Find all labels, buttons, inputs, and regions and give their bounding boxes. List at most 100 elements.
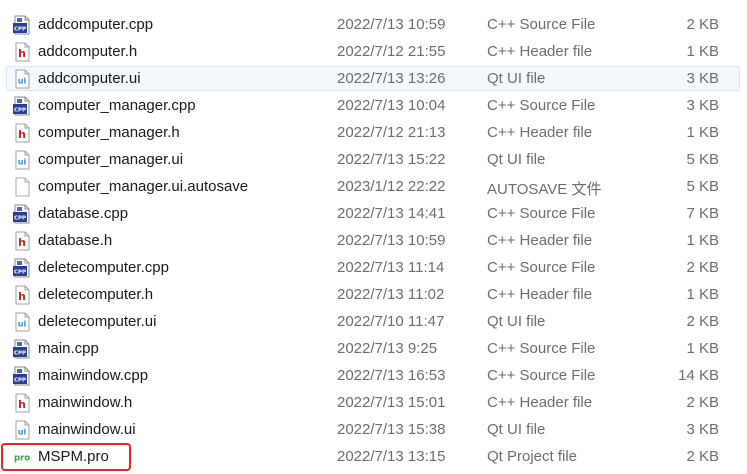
cpp-file-icon: CPP	[12, 96, 32, 116]
file-row[interactable]: h mainwindow.h 2022/7/13 15:01 C++ Header f…	[6, 390, 740, 415]
file-type: C++ Header file	[487, 394, 593, 411]
cpp-file-icon: CPP	[12, 366, 32, 386]
file-date-modified: 2022/7/13 15:38	[337, 421, 446, 438]
svg-text:CPP: CPP	[14, 351, 26, 357]
file-size: 2 KB	[686, 448, 719, 465]
file-name: MSPM.pro	[38, 448, 109, 465]
file-size: 1 KB	[686, 286, 719, 303]
svg-text:CPP: CPP	[14, 108, 26, 114]
svg-text:h: h	[18, 290, 26, 303]
file-date-modified: 2022/7/13 11:02	[337, 286, 445, 303]
file-row[interactable]: computer_manager.ui.autosave 2023/1/12 22…	[6, 174, 740, 199]
file-size: 1 KB	[686, 124, 719, 141]
file-date-modified: 2022/7/13 16:53	[337, 367, 446, 384]
svg-text:ui: ui	[18, 320, 27, 329]
file-type: C++ Source File	[487, 259, 596, 276]
file-size: 7 KB	[686, 205, 719, 222]
file-name: mainwindow.cpp	[38, 367, 149, 384]
header-file-icon: h	[12, 123, 32, 143]
file-date-modified: 2022/7/13 10:59	[337, 232, 446, 249]
svg-text:CPP: CPP	[14, 378, 26, 384]
file-size: 1 KB	[686, 340, 719, 357]
svg-text:h: h	[18, 47, 26, 60]
svg-text:CPP: CPP	[14, 216, 26, 222]
file-size: 2 KB	[686, 16, 719, 33]
file-date-modified: 2022/7/13 13:15	[337, 448, 446, 465]
svg-text:CPP: CPP	[14, 27, 26, 33]
file-date-modified: 2022/7/13 10:59	[337, 16, 446, 33]
file-date-modified: 2022/7/13 15:01	[337, 394, 446, 411]
file-type: Qt UI file	[487, 313, 546, 330]
file-type: Qt UI file	[487, 70, 546, 87]
ui-file-icon: ui	[12, 69, 32, 89]
svg-text:pro: pro	[14, 454, 30, 464]
file-row[interactable]: ui computer_manager.ui 2022/7/13 15:22 Qt U…	[6, 147, 740, 172]
header-file-icon: h	[12, 42, 32, 62]
file-name: computer_manager.ui	[38, 151, 184, 168]
svg-text:ui: ui	[18, 77, 27, 86]
file-date-modified: 2022/7/13 9:25	[337, 340, 438, 357]
cpp-file-icon: CPP	[12, 339, 32, 359]
svg-text:h: h	[18, 128, 26, 141]
file-row[interactable]: CPP addcomputer.cpp 2022/7/13 10:59 C++ Sou…	[6, 12, 740, 37]
file-type: C++ Header file	[487, 286, 593, 303]
cpp-file-icon: CPP	[12, 258, 32, 278]
svg-text:CPP: CPP	[14, 270, 26, 276]
file-name: computer_manager.h	[38, 124, 180, 141]
file-name: main.cpp	[38, 340, 99, 357]
file-date-modified: 2022/7/12 21:13	[337, 124, 446, 141]
file-type: C++ Source File	[487, 16, 596, 33]
file-size: 2 KB	[686, 313, 719, 330]
ui-file-icon: ui	[12, 312, 32, 332]
cpp-file-icon: CPP	[12, 15, 32, 35]
file-type: Qt UI file	[487, 151, 546, 168]
file-row[interactable]: h deletecomputer.h 2022/7/13 11:02 C++ Head…	[6, 282, 740, 307]
header-file-icon: h	[12, 393, 32, 413]
file-type: Qt UI file	[487, 421, 546, 438]
file-size: 5 KB	[686, 151, 719, 168]
file-size: 2 KB	[686, 394, 719, 411]
file-name: mainwindow.ui	[38, 421, 136, 438]
file-name: database.cpp	[38, 205, 129, 222]
file-type: AUTOSAVE 文件	[487, 181, 602, 198]
file-name: addcomputer.h	[38, 43, 138, 60]
file-row[interactable]: CPP database.cpp 2022/7/13 14:41 C++ Source…	[6, 201, 740, 226]
header-file-icon: h	[12, 285, 32, 305]
file-row[interactable]: pro MSPM.pro 2022/7/13 13:15 Qt Project fil…	[6, 444, 740, 469]
file-row[interactable]: CPP deletecomputer.cpp 2022/7/13 11:14 C++ …	[6, 255, 740, 280]
file-size: 3 KB	[686, 97, 719, 114]
file-row[interactable]: ui mainwindow.ui 2022/7/13 15:38 Qt UI file…	[6, 417, 740, 442]
header-file-icon: h	[12, 231, 32, 251]
file-type: Qt Project file	[487, 448, 578, 465]
file-date-modified: 2022/7/13 11:14	[337, 259, 445, 276]
file-date-modified: 2022/7/10 11:47	[337, 313, 445, 330]
file-row[interactable]: h computer_manager.h 2022/7/12 21:13 C++ He…	[6, 120, 740, 145]
file-name: mainwindow.h	[38, 394, 133, 411]
file-size: 2 KB	[686, 259, 719, 276]
file-type: C++ Header file	[487, 232, 593, 249]
file-row[interactable]: h database.h 2022/7/13 10:59 C++ Header fil…	[6, 228, 740, 253]
file-date-modified: 2022/7/13 10:04	[337, 97, 446, 114]
file-row[interactable]: CPP main.cpp 2022/7/13 9:25 C++ Source File…	[6, 336, 740, 361]
file-size: 3 KB	[686, 70, 719, 87]
file-type: C++ Source File	[487, 205, 596, 222]
file-size: 1 KB	[686, 43, 719, 60]
file-date-modified: 2022/7/13 15:22	[337, 151, 446, 168]
file-name: computer_manager.ui.autosave	[38, 178, 249, 195]
file-size: 14 KB	[678, 367, 719, 384]
ui-file-icon: ui	[12, 420, 32, 440]
file-date-modified: 2023/1/12 22:22	[337, 178, 446, 195]
file-row[interactable]: CPP computer_manager.cpp 2022/7/13 10:04 C+…	[6, 93, 740, 118]
file-row[interactable]: ui deletecomputer.ui 2022/7/10 11:47 Qt UI …	[6, 309, 740, 334]
cpp-file-icon: CPP	[12, 204, 32, 224]
file-date-modified: 2022/7/12 21:55	[337, 43, 446, 60]
svg-text:ui: ui	[18, 158, 27, 167]
file-row[interactable]: CPP mainwindow.cpp 2022/7/13 16:53 C++ Sour…	[6, 363, 740, 388]
pro-file-icon: pro	[12, 447, 32, 467]
file-name: database.h	[38, 232, 113, 249]
file-row[interactable]: h addcomputer.h 2022/7/12 21:55 C++ Header …	[6, 39, 740, 64]
file-row[interactable]: ui addcomputer.ui 2022/7/13 13:26 Qt UI fil…	[6, 66, 740, 91]
file-name: deletecomputer.h	[38, 286, 154, 303]
file-name: deletecomputer.cpp	[38, 259, 169, 276]
file-name: addcomputer.cpp	[38, 16, 154, 33]
